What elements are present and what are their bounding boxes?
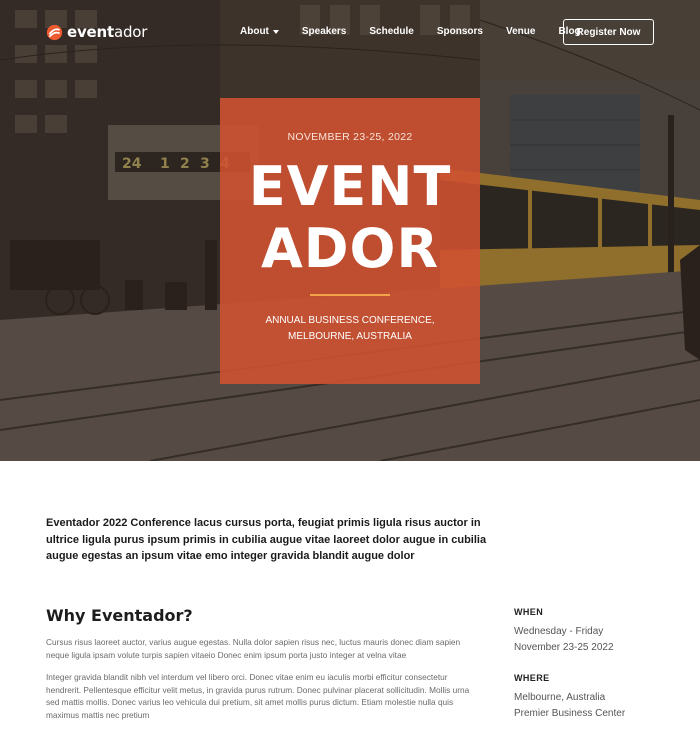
nav-item-speakers[interactable]: Speakers bbox=[302, 26, 346, 37]
brand-name: eventador bbox=[67, 23, 148, 41]
event-title-line2: ADOR bbox=[260, 217, 440, 280]
intro-text: Eventador 2022 Conference lacus cursus p… bbox=[46, 517, 487, 562]
chevron-down-icon bbox=[272, 29, 279, 34]
nav-item-label: About bbox=[240, 26, 269, 37]
why-section-title: Why Eventador? bbox=[46, 606, 193, 625]
when-days: Wednesday - Friday bbox=[514, 626, 604, 637]
where-city: Melbourne, Australia bbox=[514, 692, 606, 703]
where-label: WHERE bbox=[514, 673, 550, 683]
title-divider bbox=[310, 294, 390, 296]
when-label: WHEN bbox=[514, 607, 544, 617]
nav-item-venue[interactable]: Venue bbox=[506, 26, 535, 37]
hero-event-card: NOVEMBER 23-25, 2022 EVENT ADOR ANNUAL B… bbox=[220, 98, 480, 384]
nav-item-schedule[interactable]: Schedule bbox=[369, 26, 413, 37]
top-navigation: eventador About Speakers Schedule Sponso… bbox=[0, 0, 700, 64]
nav-item-about[interactable]: About bbox=[240, 26, 279, 37]
when-info: WHEN Wednesday - Friday November 23-25 2… bbox=[514, 607, 664, 655]
event-subtitle-line1: ANNUAL BUSINESS CONFERENCE, bbox=[265, 315, 435, 326]
register-now-button[interactable]: Register Now bbox=[563, 19, 654, 45]
event-title: EVENT ADOR bbox=[220, 156, 480, 280]
hero-section: 241234 bbox=[0, 0, 700, 461]
when-value: Wednesday - Friday November 23-25 2022 bbox=[514, 624, 664, 655]
where-info: WHERE Melbourne, Australia Premier Busin… bbox=[514, 673, 664, 721]
event-subtitle: ANNUAL BUSINESS CONFERENCE, MELBOURNE, A… bbox=[220, 313, 480, 345]
when-dates: November 23-25 2022 bbox=[514, 641, 614, 653]
where-venue: Premier Business Center bbox=[514, 707, 626, 719]
nav-menu: About Speakers Schedule Sponsors Venue B… bbox=[240, 26, 604, 37]
nav-item-sponsors[interactable]: Sponsors bbox=[437, 26, 483, 37]
logo-mark-icon bbox=[46, 24, 63, 40]
brand-logo[interactable]: eventador bbox=[46, 23, 147, 41]
why-paragraph-1: Cursus risus laoreet auctor, varius augu… bbox=[46, 637, 461, 660]
why-paragraph-2: Integer gravida blandit nibh vel interdu… bbox=[46, 672, 470, 720]
event-subtitle-line2: MELBOURNE, AUSTRALIA bbox=[288, 331, 412, 342]
event-date: NOVEMBER 23-25, 2022 bbox=[287, 131, 413, 143]
where-value: Melbourne, Australia Premier Business Ce… bbox=[514, 690, 664, 721]
event-title-line1: EVENT bbox=[248, 155, 452, 218]
